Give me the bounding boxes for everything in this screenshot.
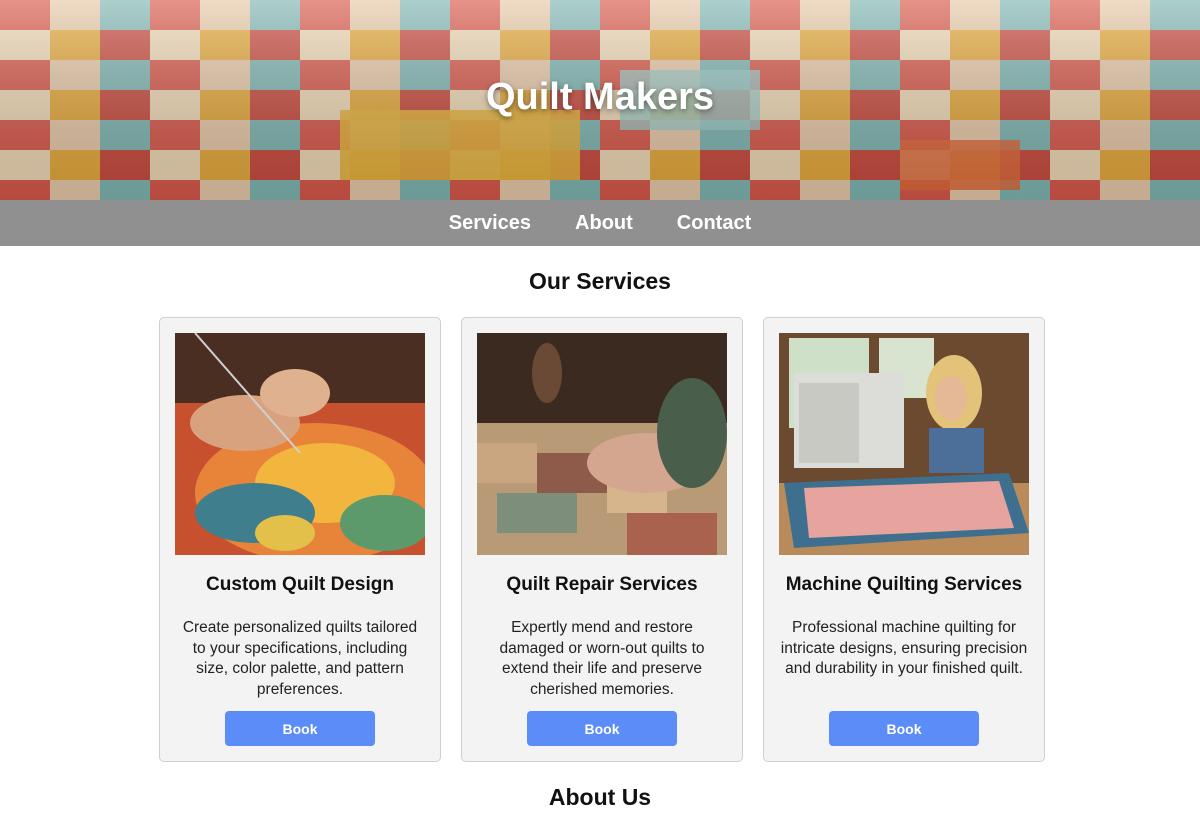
service-title: Custom Quilt Design (206, 574, 394, 595)
book-button-machine-quilting[interactable]: Book (829, 711, 979, 746)
main-nav: Services About Contact (0, 200, 1200, 246)
service-card-custom-design: Custom Quilt Design Create personalized … (159, 317, 441, 762)
nav-link-contact[interactable]: Contact (677, 212, 751, 235)
service-image-machine-quilting (779, 333, 1029, 555)
service-description: Professional machine quilting for intric… (780, 619, 1028, 677)
service-title: Quilt Repair Services (506, 574, 698, 595)
service-description: Expertly mend and restore damaged or wor… (499, 619, 705, 698)
service-image-custom-design (175, 333, 425, 555)
nav-link-about[interactable]: About (575, 212, 633, 235)
book-button-custom-design[interactable]: Book (225, 711, 375, 746)
site-title: Quilt Makers (485, 76, 715, 118)
service-title: Machine Quilting Services (785, 574, 1023, 595)
service-card-machine-quilting: Machine Quilting Services Professional m… (763, 317, 1045, 762)
service-card-repair: Quilt Repair Services Expertly mend and … (461, 317, 743, 762)
service-image-repair (477, 333, 727, 555)
services-heading: Our Services (529, 268, 671, 294)
about-heading: About Us (548, 784, 652, 810)
hero-banner: Quilt Makers (0, 0, 1200, 200)
service-description: Create personalized quilts tailored to y… (182, 619, 418, 698)
nav-link-services[interactable]: Services (449, 212, 531, 235)
book-button-repair[interactable]: Book (527, 711, 677, 746)
